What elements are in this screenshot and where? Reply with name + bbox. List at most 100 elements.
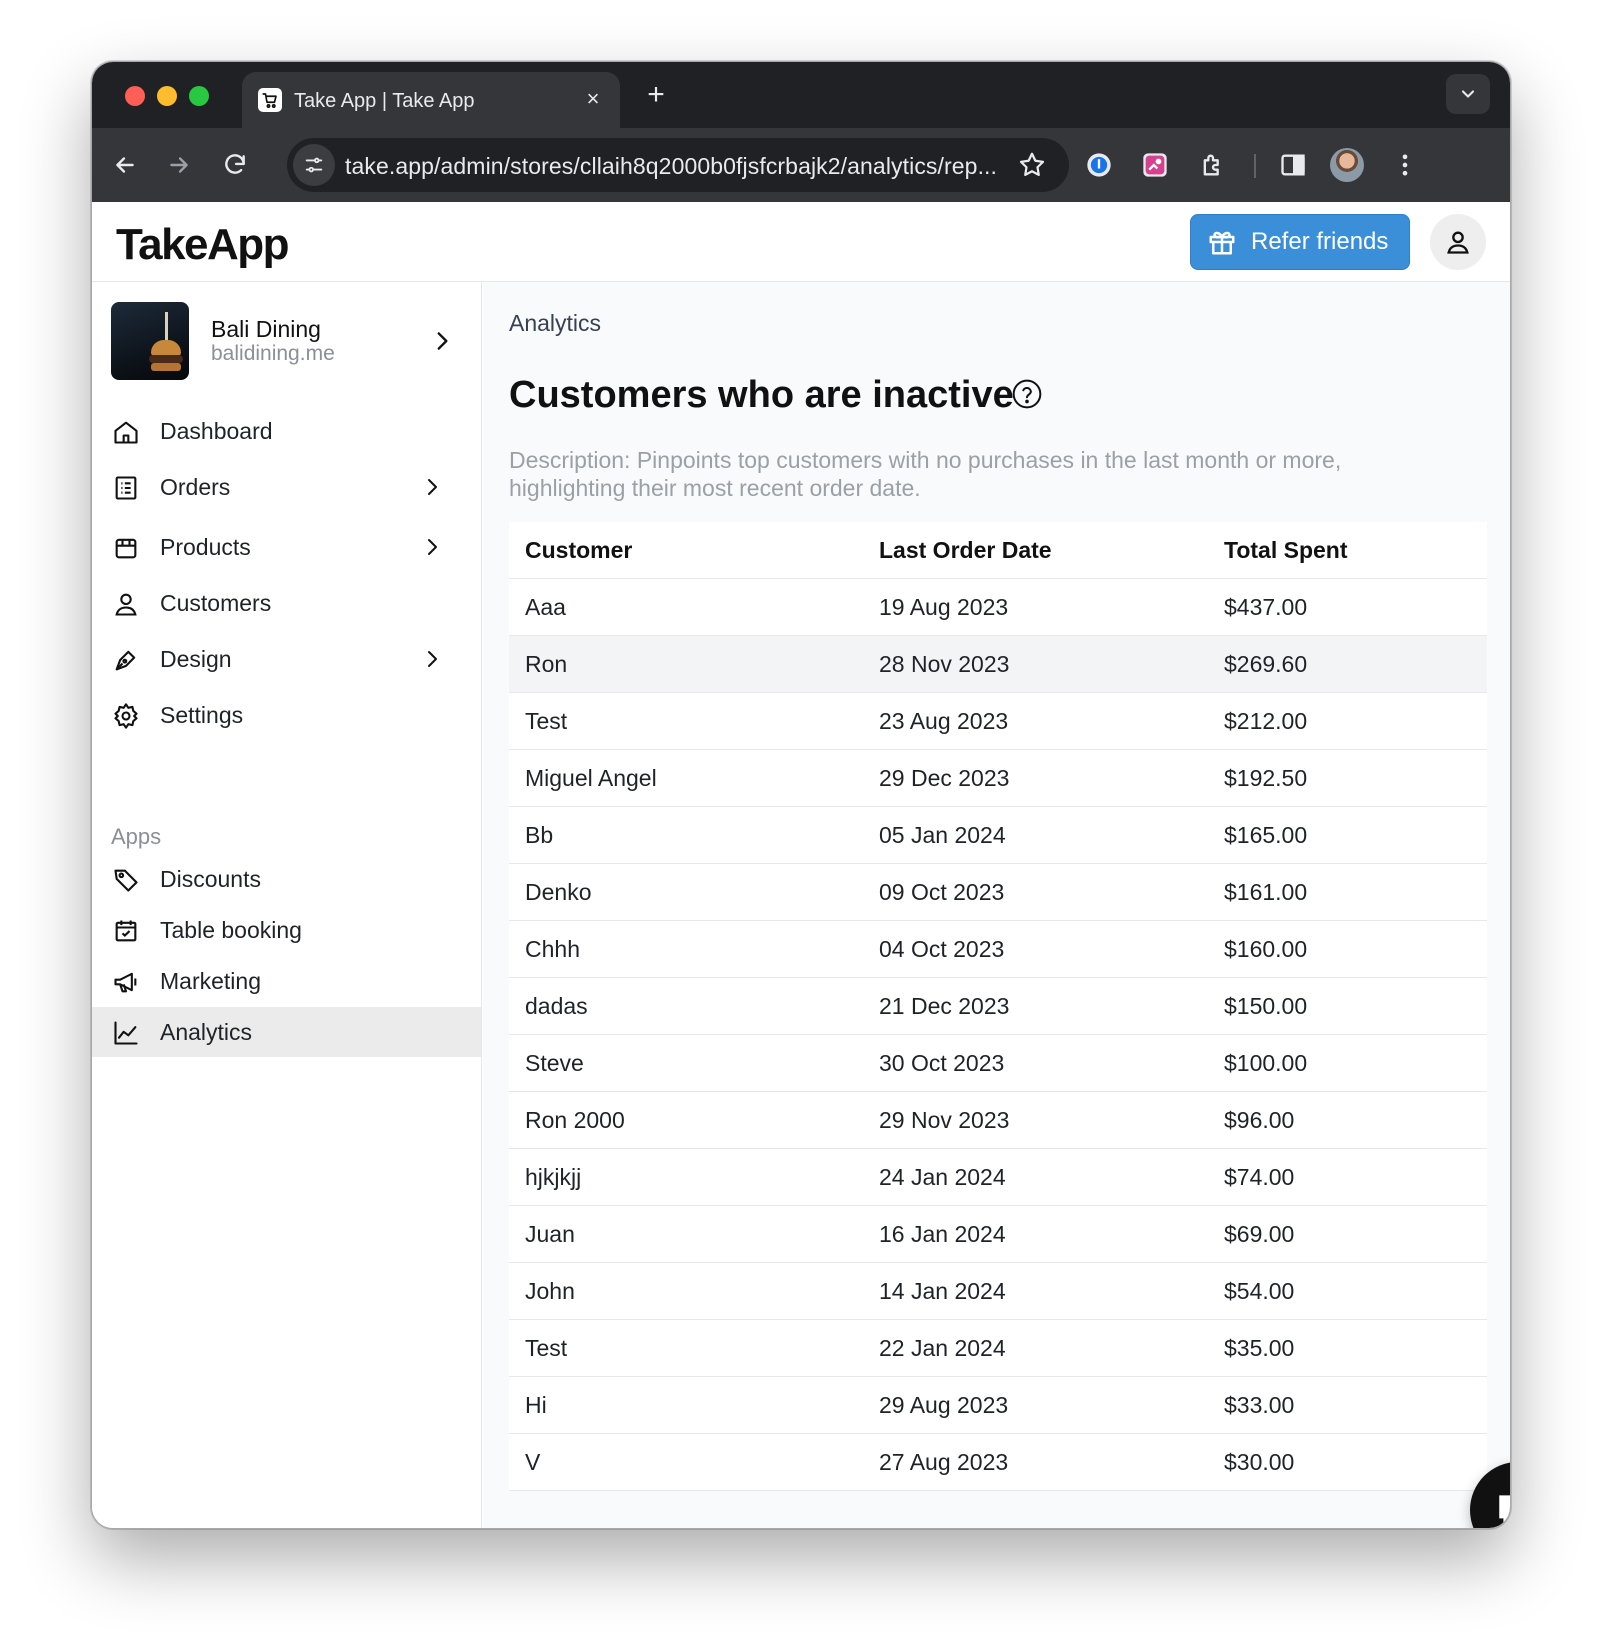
table-row[interactable]: Hi 29 Aug 2023 $33.00	[509, 1377, 1487, 1434]
browser-tab[interactable]: Take App | Take App ×	[242, 72, 620, 128]
reload-button[interactable]	[218, 148, 252, 182]
store-switcher[interactable]: Bali Dining balidining.me	[111, 302, 471, 382]
cell-total-spent: $69.00	[1224, 1220, 1295, 1247]
tab-close-icon[interactable]: ×	[580, 86, 606, 112]
sidebar-item-discounts[interactable]: Discounts	[92, 854, 481, 904]
address-bar[interactable]: take.app/admin/stores/cllaih8q2000b0fjsf…	[287, 138, 1069, 192]
cell-customer: Aaa	[525, 593, 566, 620]
site-info-button[interactable]	[293, 144, 335, 186]
apps-section-label: Apps	[111, 824, 162, 849]
cell-last-order-date: 30 Oct 2023	[879, 1049, 1005, 1076]
side-panel-icon[interactable]	[1278, 150, 1308, 180]
cell-total-spent: $100.00	[1224, 1049, 1308, 1076]
sidebar-item-label: Marketing	[160, 968, 261, 994]
cell-total-spent: $161.00	[1224, 878, 1308, 905]
bookmark-star-icon[interactable]	[1017, 150, 1047, 180]
sidebar-item-dashboard[interactable]: Dashboard	[92, 406, 481, 456]
cell-customer: Ron 2000	[525, 1106, 625, 1133]
sidebar-item-label: Products	[160, 534, 251, 560]
help-circle-icon[interactable]	[1011, 378, 1043, 410]
sidebar-item-table-booking[interactable]: Table booking	[92, 905, 481, 955]
table-row[interactable]: John 14 Jan 2024 $54.00	[509, 1263, 1487, 1320]
chart-line-icon	[114, 1021, 138, 1045]
cell-total-spent: $54.00	[1224, 1277, 1295, 1304]
table-row[interactable]: Miguel Angel 29 Dec 2023 $192.50	[509, 750, 1487, 807]
table-row[interactable]: Juan 16 Jan 2024 $69.00	[509, 1206, 1487, 1263]
cell-customer: Chhh	[525, 935, 580, 962]
sidebar-item-products[interactable]: Products	[92, 522, 481, 572]
cell-customer: John	[525, 1277, 575, 1304]
table-row[interactable]: Bb 05 Jan 2024 $165.00	[509, 807, 1487, 864]
cell-last-order-date: 04 Oct 2023	[879, 935, 1005, 962]
cell-customer: Steve	[525, 1049, 584, 1076]
cell-total-spent: $160.00	[1224, 935, 1308, 962]
takeapp-logo[interactable]: TakeApp	[116, 220, 290, 270]
breadcrumb[interactable]: Analytics	[509, 310, 601, 337]
cell-last-order-date: 05 Jan 2024	[879, 821, 1006, 848]
sidebar-item-design[interactable]: Design	[92, 634, 481, 684]
cell-last-order-date: 22 Jan 2024	[879, 1334, 1006, 1361]
column-header-total-spent[interactable]: Total Spent	[1224, 537, 1487, 564]
forward-button[interactable]	[162, 148, 196, 182]
page-title: Customers who are inactive	[509, 374, 1014, 416]
chevron-right-icon	[437, 332, 448, 350]
sidebar-item-label: Analytics	[160, 1019, 253, 1045]
cell-customer: dadas	[525, 992, 588, 1019]
tab-search-button[interactable]	[1446, 74, 1490, 114]
url-text[interactable]: take.app/admin/stores/cllaih8q2000b0fjsf…	[345, 153, 997, 180]
password-extension-icon[interactable]	[1084, 150, 1114, 180]
sidebar-item-label: Dashboard	[160, 418, 273, 444]
browser-profile-avatar[interactable]	[1330, 148, 1364, 182]
cell-total-spent: $96.00	[1224, 1106, 1295, 1133]
extension-puzzle-colored-icon[interactable]	[1140, 150, 1170, 180]
chevron-down-icon	[1461, 90, 1475, 98]
column-header-last-order-date[interactable]: Last Order Date	[879, 537, 1224, 564]
chevron-right-icon	[428, 539, 437, 555]
column-header-customer[interactable]: Customer	[509, 537, 879, 564]
cell-total-spent: $212.00	[1224, 707, 1308, 734]
tab-title: Take App | Take App	[294, 90, 475, 112]
box-icon	[115, 538, 137, 559]
sidebar-item-marketing[interactable]: Marketing	[92, 956, 481, 1006]
account-menu-button[interactable]	[1430, 214, 1486, 270]
app-header: TakeApp Refer friends	[92, 202, 1510, 282]
cell-last-order-date: 21 Dec 2023	[879, 992, 1010, 1019]
cell-customer: V	[525, 1448, 541, 1475]
table-header: Customer Last Order Date Total Spent	[509, 522, 1487, 579]
megaphone-icon	[114, 972, 137, 993]
sidebar-item-orders[interactable]: Orders	[92, 462, 481, 512]
new-tab-button[interactable]: +	[640, 80, 672, 112]
refer-friends-button[interactable]: Refer friends	[1190, 214, 1410, 270]
table-row[interactable]: Test 23 Aug 2023 $212.00	[509, 693, 1487, 750]
gear-icon	[114, 703, 138, 729]
back-button[interactable]	[108, 148, 142, 182]
table-row[interactable]: Chhh 04 Oct 2023 $160.00	[509, 921, 1487, 978]
tag-icon	[114, 869, 138, 892]
table-row[interactable]: Aaa 19 Aug 2023 $437.00	[509, 579, 1487, 636]
cell-total-spent: $30.00	[1224, 1448, 1295, 1475]
table-row[interactable]: Steve 30 Oct 2023 $100.00	[509, 1035, 1487, 1092]
window-minimize-button[interactable]	[157, 86, 177, 106]
table-row[interactable]: Ron 2000 29 Nov 2023 $96.00	[509, 1092, 1487, 1149]
table-row[interactable]: V 27 Aug 2023 $30.00	[509, 1434, 1487, 1491]
cell-last-order-date: 16 Jan 2024	[879, 1220, 1006, 1247]
window-close-button[interactable]	[125, 86, 145, 106]
cell-total-spent: $192.50	[1224, 764, 1308, 791]
cell-customer: hjkjkjj	[525, 1163, 582, 1190]
browser-menu-icon[interactable]	[1390, 150, 1420, 180]
cell-last-order-date: 28 Nov 2023	[879, 650, 1010, 677]
cell-customer: Miguel Angel	[525, 764, 657, 791]
sidebar-item-customers[interactable]: Customers	[92, 578, 481, 628]
cell-last-order-date: 29 Dec 2023	[879, 764, 1010, 791]
table-row[interactable]: Denko 09 Oct 2023 $161.00	[509, 864, 1487, 921]
sidebar-item-analytics[interactable]: Analytics	[92, 1007, 481, 1057]
table-row[interactable]: hjkjkjj 24 Jan 2024 $74.00	[509, 1149, 1487, 1206]
sidebar-item-settings[interactable]: Settings	[92, 690, 481, 740]
table-row[interactable]: dadas 21 Dec 2023 $150.00	[509, 978, 1487, 1035]
cell-last-order-date: 23 Aug 2023	[879, 707, 1009, 734]
extensions-icon[interactable]	[1198, 150, 1228, 180]
window-maximize-button[interactable]	[189, 86, 209, 106]
table-row[interactable]: Ron 28 Nov 2023 $269.60	[509, 636, 1487, 693]
cell-total-spent: $33.00	[1224, 1391, 1295, 1418]
table-row[interactable]: Test 22 Jan 2024 $35.00	[509, 1320, 1487, 1377]
